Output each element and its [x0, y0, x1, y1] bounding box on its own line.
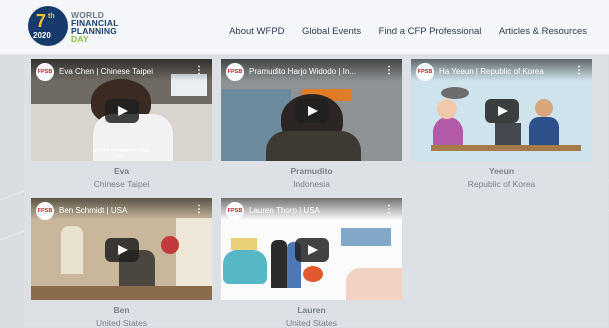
logo-wordmark: WORLD FINANCIAL PLANNING DAY — [71, 11, 131, 44]
video-title-bar: FPSB Ha Yeeun | Republic of Korea ⋮ — [411, 59, 592, 81]
video-thumbnail[interactable]: FPSB Lauren Thorp | USA ⋮ — [221, 198, 402, 300]
video-card-eva: FPSB Eva Chen | Chinese Taipei ⋮ and the… — [31, 59, 212, 189]
video-title-bar: FPSB Pramudito Harjo Widodo | In... ⋮ — [221, 59, 402, 81]
wfpd-logo[interactable]: 7 th 2020 WORLD FINANCIAL PLANNING DAY — [28, 6, 128, 48]
main-nav: About WFPD Global Events Find a CFP Prof… — [216, 21, 587, 39]
kebab-menu-icon[interactable]: ⋮ — [194, 65, 204, 76]
play-icon[interactable] — [105, 238, 139, 262]
logo-word-4: DAY — [71, 34, 89, 44]
play-icon[interactable] — [485, 99, 519, 123]
video-gallery: FPSB Eva Chen | Chinese Taipei ⋮ and the… — [24, 56, 608, 328]
video-title-bar: FPSB Eva Chen | Chinese Taipei ⋮ — [31, 59, 212, 81]
video-title[interactable]: Ha Yeeun | Republic of Korea — [439, 67, 569, 76]
logo-number: 7 — [36, 11, 47, 31]
presenter-name: Ben — [113, 305, 130, 315]
presenter-country: Republic of Korea — [467, 179, 536, 189]
video-card-lauren: FPSB Lauren Thorp | USA ⋮ Lauren United … — [221, 198, 402, 328]
fpsb-logo-icon: FPSB — [36, 202, 54, 220]
video-thumbnail[interactable]: FPSB Eva Chen | Chinese Taipei ⋮ and the… — [31, 59, 212, 161]
presenter-name: Eva — [113, 166, 130, 176]
video-card-ben: FPSB Ben Schmidt | USA ⋮ Ben United Stat… — [31, 198, 212, 328]
fpsb-logo-icon: FPSB — [416, 63, 434, 81]
kebab-menu-icon[interactable]: ⋮ — [574, 65, 584, 76]
play-icon[interactable] — [295, 99, 329, 123]
nav-global-events[interactable]: Global Events — [302, 26, 361, 37]
video-title[interactable]: Lauren Thorp | USA — [249, 206, 379, 215]
play-icon[interactable] — [105, 99, 139, 123]
video-title-bar: FPSB Ben Schmidt | USA ⋮ — [31, 198, 212, 220]
video-thumbnail[interactable]: FPSB Pramudito Harjo Widodo | In... ⋮ — [221, 59, 402, 161]
site-header: 7 th 2020 WORLD FINANCIAL PLANNING DAY A… — [0, 0, 609, 55]
nav-articles-resources[interactable]: Articles & Resources — [499, 26, 587, 37]
video-thumbnail[interactable]: FPSB Ha Yeeun | Republic of Korea ⋮ — [411, 59, 592, 161]
kebab-menu-icon[interactable]: ⋮ — [384, 65, 394, 76]
video-title[interactable]: Ben Schmidt | USA — [59, 206, 189, 215]
presenter-country: Indonesia — [293, 179, 330, 189]
nav-about-wfpd[interactable]: About WFPD — [229, 26, 284, 37]
nav-find-cfp[interactable]: Find a CFP Professional — [379, 26, 482, 37]
video-title[interactable]: Pramudito Harjo Widodo | In... — [249, 67, 379, 76]
fpsb-logo-icon: FPSB — [36, 63, 54, 81]
logo-year: 2020 — [33, 31, 51, 40]
presenter-country: Chinese Taipei — [93, 179, 150, 189]
video-title[interactable]: Eva Chen | Chinese Taipei — [59, 67, 189, 76]
presenter-name: Pramudito — [290, 166, 333, 176]
presenter-name: Yeeun — [488, 166, 515, 176]
fpsb-logo-icon: FPSB — [226, 63, 244, 81]
logo-suffix: th — [48, 13, 55, 20]
kebab-menu-icon[interactable]: ⋮ — [384, 204, 394, 215]
video-thumbnail[interactable]: FPSB Ben Schmidt | USA ⋮ — [31, 198, 212, 300]
video-caption: and the investment policy guide... — [92, 148, 150, 160]
presenter-name: Lauren — [297, 305, 326, 315]
video-title-bar: FPSB Lauren Thorp | USA ⋮ — [221, 198, 402, 220]
kebab-menu-icon[interactable]: ⋮ — [194, 204, 204, 215]
video-card-pramudito: FPSB Pramudito Harjo Widodo | In... ⋮ Pr… — [221, 59, 402, 189]
video-card-yeeun: FPSB Ha Yeeun | Republic of Korea ⋮ Yeeu… — [411, 59, 592, 189]
logo-badge: 7 th 2020 — [28, 6, 68, 46]
play-icon[interactable] — [295, 238, 329, 262]
fpsb-logo-icon: FPSB — [226, 202, 244, 220]
